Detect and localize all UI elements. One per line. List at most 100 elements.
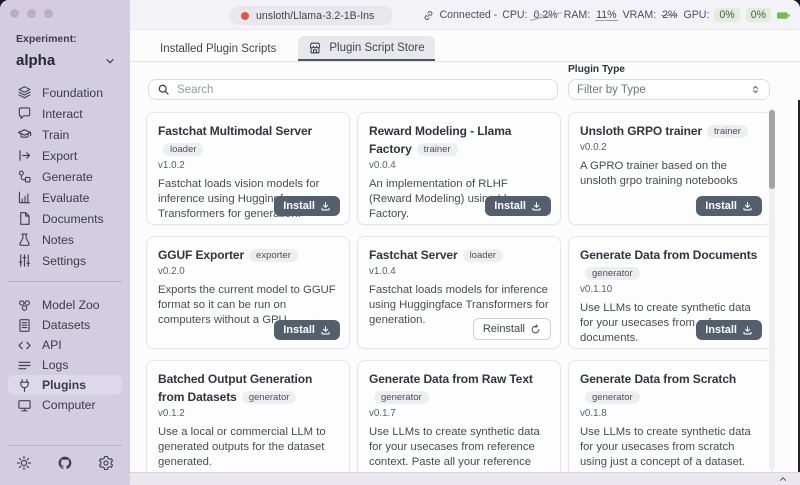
plugin-card-generate-data-from-raw-text: Generate Data from Raw Textgeneratorv0.1… — [357, 360, 561, 472]
topbar: unsloth/Llama-3.2-1B-Ins Connected - CPU… — [130, 0, 800, 30]
plugin-type-badge: generator — [585, 267, 640, 280]
current-model-pill[interactable]: unsloth/Llama-3.2-1B-Ins — [230, 6, 393, 25]
sidebar-item-interact[interactable]: Interact — [8, 103, 122, 124]
metric-value: 11% — [595, 9, 617, 21]
main-area: unsloth/Llama-3.2-1B-Ins Connected - CPU… — [130, 0, 800, 485]
plugin-title-row: GGUF Exporterexporter — [158, 246, 338, 264]
sidebar-item-datasets[interactable]: Datasets — [8, 315, 122, 335]
sidebar-item-logs[interactable]: Logs — [8, 355, 122, 375]
sidebar-item-documents[interactable]: Documents — [8, 208, 122, 229]
experiment-selector[interactable]: alpha — [16, 52, 116, 69]
sidebar-item-notes[interactable]: Notes — [8, 229, 122, 250]
install-button[interactable]: Install — [274, 196, 340, 216]
plugin-type-badge: generator — [585, 391, 640, 404]
gpu-usage-chip: 0% — [714, 8, 739, 22]
sidebar-item-train[interactable]: Train — [8, 124, 122, 145]
plugin-type-value: Filter by Type — [577, 84, 646, 96]
plugin-type-label: Plugin Type — [568, 64, 625, 75]
install-button[interactable]: Install — [696, 196, 762, 216]
plugin-title-row: Fastchat Server loader — [369, 246, 549, 264]
plugin-card-unsloth-grpo-trainer: Unsloth GRPO trainertrainerv0.0.2A GPRO … — [568, 112, 772, 225]
sidebar-primary-nav: Foundation InteractTrain Export GenerateEva… — [0, 82, 130, 271]
tab-plugin-script-store[interactable]: Plugin Script Store — [298, 36, 434, 61]
graduation-cap-icon — [16, 127, 32, 142]
plugin-type-badge: exporter — [249, 249, 298, 262]
battery-icon — [776, 8, 791, 23]
metric-value: 2% — [661, 9, 678, 21]
gpu-label: GPU: — [683, 9, 709, 21]
plugin-tabs: Installed Plugin Scripts Plugin Script St… — [130, 30, 800, 62]
plugin-description: Use LLMs to create synthetic data for yo… — [580, 425, 760, 470]
minimize-window-button[interactable] — [27, 9, 36, 18]
plugin-card-fastchat-server: Fastchat Serverloaderv1.0.4Fastchat load… — [357, 236, 561, 349]
button-label: Install — [283, 324, 315, 336]
plugin-type-select[interactable]: Filter by Type — [568, 79, 770, 100]
sidebar-item-label: Model Zoo — [42, 298, 100, 312]
download-icon — [320, 201, 331, 212]
download-icon — [320, 325, 331, 336]
plugin-type-badge: loader — [463, 249, 503, 262]
sidebar-item-api[interactable]: API — [8, 335, 122, 355]
model-name: unsloth/Llama-3.2-1B-Ins — [256, 10, 374, 22]
plugin-version: v0.0.4 — [369, 160, 549, 171]
experiment-label: Experiment: — [16, 33, 130, 45]
select-updown-icon — [750, 84, 761, 95]
sidebar-item-export[interactable]: Export — [8, 145, 122, 166]
bar-chart-icon — [16, 190, 32, 205]
download-icon — [742, 325, 753, 336]
plugin-title-row: Reward Modeling - Llama Factorytrainer — [369, 122, 549, 158]
sidebar-divider — [8, 281, 122, 282]
refresh-icon — [530, 324, 541, 335]
plugin-title: Unsloth GRPO trainer — [580, 124, 702, 138]
system-status: Connected - CPU:0.2%RAM:11%VRAM:2% GPU: … — [422, 0, 792, 30]
plugin-title: Fastchat Server — [369, 248, 458, 262]
zoom-window-button[interactable] — [44, 9, 53, 18]
button-label: Install — [283, 200, 315, 212]
window-controls — [10, 9, 53, 18]
metric-label: CPU: — [502, 9, 527, 21]
sidebar-item-label: API — [42, 338, 62, 352]
sidebar-item-plugins[interactable]: Plugins — [8, 375, 122, 395]
plugin-card-fastchat-multimodal-server: Fastchat Multimodal Serverloaderv1.0.2Fa… — [146, 112, 350, 225]
sidebar-secondary-nav: Model Zoo Datasets API LogsPluginsComputer — [0, 295, 130, 415]
sidebar-item-label: Notes — [42, 233, 74, 247]
sidebar-item-settings[interactable]: Settings — [8, 250, 122, 271]
sidebar-item-evaluate[interactable]: Evaluate — [8, 187, 122, 208]
gpu-usage-chips: 0%0% — [714, 8, 771, 22]
metric-label: VRAM: — [623, 9, 657, 21]
plugin-title-row: Fastchat Multimodal Server loader — [158, 122, 338, 158]
bottom-panel-bar[interactable] — [130, 472, 800, 485]
sidebar-item-foundation[interactable]: Foundation — [8, 82, 122, 103]
tab-label: Installed Plugin Scripts — [160, 43, 276, 55]
sidebar-item-label: Foundation — [42, 86, 103, 100]
github-button[interactable] — [57, 455, 73, 476]
install-button[interactable]: Install — [274, 320, 340, 340]
sidebar-item-label: Datasets — [42, 318, 90, 332]
search-input[interactable] — [177, 84, 549, 96]
plugin-type-badge: loader — [163, 143, 203, 156]
sidebar-item-model-zoo[interactable]: Model Zoo — [8, 295, 122, 315]
chat-bubble-icon — [16, 106, 32, 121]
tab-installed-plugin-scripts[interactable]: Installed Plugin Scripts — [150, 38, 286, 61]
flask-icon — [16, 232, 32, 247]
gear-button[interactable] — [98, 455, 114, 476]
plugin-title: Fastchat Multimodal Server — [158, 124, 312, 138]
button-label: Install — [705, 200, 737, 212]
scrollbar-thumb[interactable] — [769, 110, 775, 189]
sidebar-item-label: Documents — [42, 212, 104, 226]
close-window-button[interactable] — [10, 9, 19, 18]
download-icon — [531, 201, 542, 212]
document-icon — [16, 211, 32, 226]
install-button[interactable]: Install — [696, 320, 762, 340]
reinstall-button[interactable]: Reinstall — [473, 318, 551, 340]
metric-label: RAM: — [564, 9, 590, 21]
plugin-title: Generate Data from Raw Text — [369, 372, 533, 386]
install-button[interactable]: Install — [485, 196, 551, 216]
plugin-title-row: Generate Data from Raw Textgenerator — [369, 370, 549, 406]
sidebar-item-computer[interactable]: Computer — [8, 395, 122, 415]
plugin-title-row: Batched Output Generation from Datasetsg… — [158, 370, 338, 406]
model-status-dot — [241, 12, 249, 20]
sun-button[interactable] — [16, 455, 32, 476]
sidebar-item-label: Export — [42, 149, 77, 163]
sidebar-item-generate[interactable]: Generate — [8, 166, 122, 187]
